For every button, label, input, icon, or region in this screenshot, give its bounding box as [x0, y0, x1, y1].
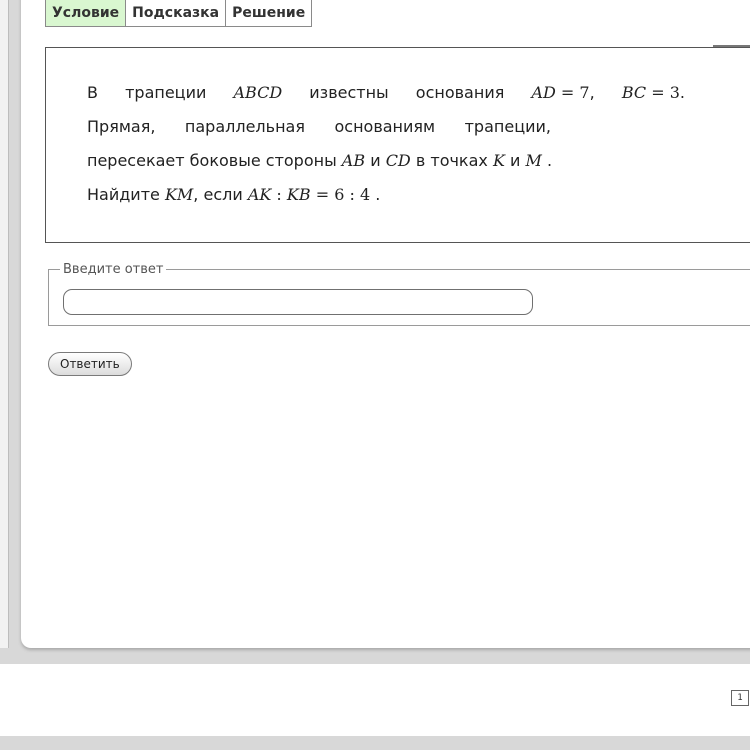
task-word: В	[87, 83, 98, 102]
math-bc-value: = 3	[646, 83, 680, 102]
math-ad: AD	[531, 83, 556, 102]
task-text-part: Найдите	[87, 185, 165, 204]
task-text-part: .	[541, 151, 553, 170]
math-ad-value: = 7	[555, 83, 590, 102]
page-number-button[interactable]: 1	[731, 690, 749, 706]
task-text-part: в точках	[410, 151, 493, 170]
math-m: M	[525, 151, 542, 170]
math-ad-eq: AD = 7,	[531, 83, 595, 102]
task-text-part: , если	[193, 185, 248, 204]
math-ratio: = 6 : 4	[310, 185, 371, 204]
math-ak: AK	[247, 185, 272, 204]
task-text-part: и	[365, 151, 386, 170]
left-frame-edge	[0, 0, 9, 648]
task-word: основания	[415, 83, 505, 102]
task-text-part: .	[370, 185, 381, 204]
math-bc: BC	[621, 83, 647, 102]
bottom-band	[0, 664, 750, 736]
submit-button[interactable]: Ответить	[48, 352, 132, 376]
task-word: Прямая,	[87, 117, 156, 136]
math-bc-eq: BC = 3.	[621, 83, 685, 102]
math-cd: CD	[385, 151, 411, 170]
math-km: KM	[164, 185, 194, 204]
task-text-part: пересекает боковые стороны	[87, 151, 342, 170]
math-colon: :	[271, 185, 287, 204]
math-abcd: ABCD	[233, 83, 283, 102]
task-word: основаниям	[334, 117, 436, 136]
math-ab: AB	[341, 151, 366, 170]
tab-condition[interactable]: Условие	[45, 0, 127, 27]
task-word: трапеции	[125, 83, 207, 102]
task-word: известны	[309, 83, 389, 102]
task-statement-box: В трапеции ABCD известны основания AD = …	[45, 47, 750, 243]
task-line-1: В трапеции ABCD известны основания AD = …	[87, 81, 685, 115]
task-line-3: пересекает боковые стороны AB и CD в точ…	[87, 149, 707, 183]
task-line-4: Найдите KM, если AK : KB = 6 : 4 .	[87, 183, 707, 217]
task-text: В трапеции ABCD известны основания AD = …	[87, 81, 707, 217]
tab-hint[interactable]: Подсказка	[125, 0, 227, 27]
task-word: трапеции,	[464, 117, 551, 136]
task-line-2: Прямая, параллельная основаниям трапеции…	[87, 115, 551, 149]
answer-legend: Введите ответ	[60, 262, 167, 278]
math-kb: KB	[286, 185, 311, 204]
math-k: K	[492, 151, 505, 170]
tab-solution[interactable]: Решение	[225, 0, 313, 27]
answer-input[interactable]	[63, 289, 533, 315]
tab-bar: Условие Подсказка Решение	[45, 0, 313, 27]
task-word: параллельная	[184, 117, 305, 136]
task-text-part: и	[504, 151, 526, 170]
